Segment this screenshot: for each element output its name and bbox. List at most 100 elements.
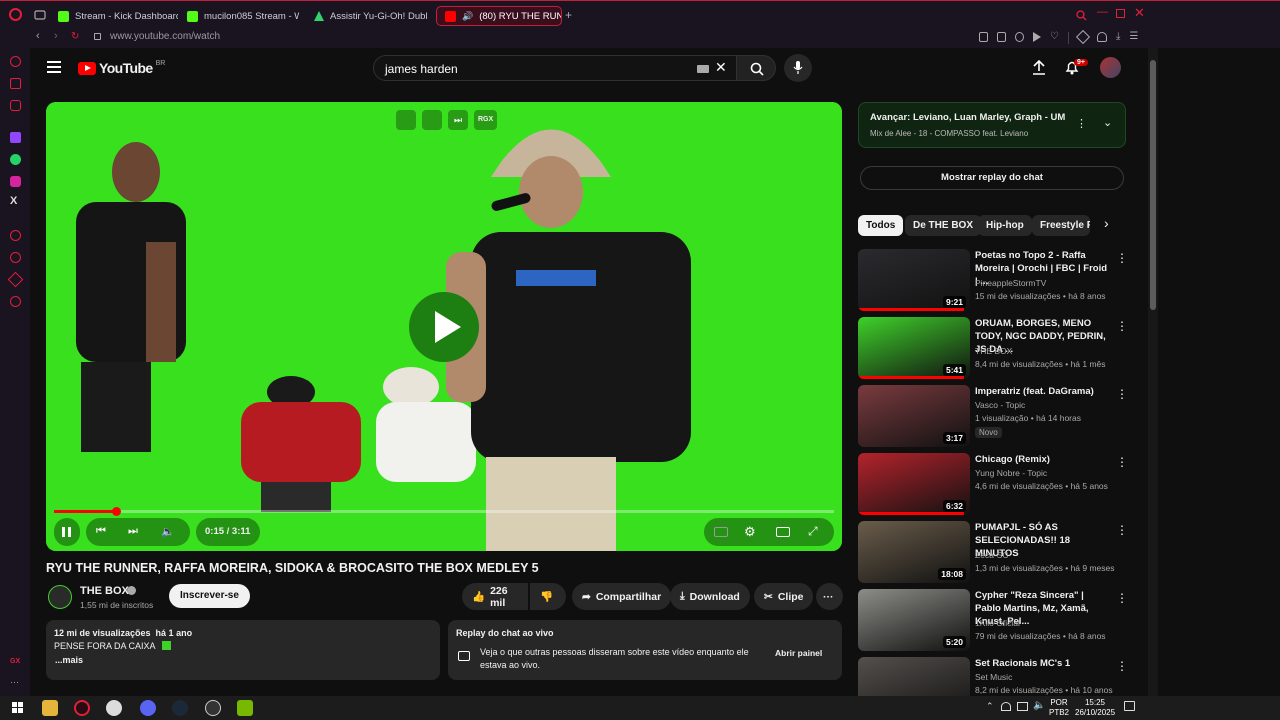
file-explorer-icon[interactable] [42, 700, 58, 716]
app-icon[interactable] [106, 700, 122, 716]
up-next-panel[interactable]: Avançar: Leviano, Luan Marley, Graph - U… [858, 102, 1126, 148]
tab-menu-icon[interactable] [34, 10, 46, 20]
shield-icon[interactable] [1015, 32, 1024, 42]
aria-icon[interactable] [10, 56, 21, 67]
video-thumbnail[interactable]: 5:41 [858, 317, 970, 379]
recommendation-item[interactable]: 3:17 Imperatriz (feat. DaGrama) Vasco - To… [858, 385, 1128, 449]
speaker-tray-icon[interactable]: 🔈 [1033, 700, 1045, 711]
history-icon[interactable] [10, 252, 21, 263]
pin-icon[interactable] [979, 32, 988, 42]
tab-youtube-active[interactable]: 🔊(80) RYU THE RUNNE [436, 6, 562, 26]
video-thumbnail[interactable]: 5:20 [858, 589, 970, 651]
recommendation-channel[interactable]: Yung Nobre - Topic [975, 468, 1047, 478]
forward-icon[interactable]: › [54, 30, 58, 42]
twitch-icon[interactable] [10, 132, 21, 143]
headset-icon[interactable] [1001, 702, 1011, 711]
subscribe-button[interactable]: Inscrever-se [169, 584, 250, 608]
workspaces-icon[interactable] [10, 78, 21, 89]
subtitles-icon[interactable] [714, 527, 728, 537]
chip-all[interactable]: Todos [858, 215, 904, 236]
instagram-icon[interactable] [10, 176, 21, 187]
discord-icon[interactable] [140, 700, 156, 716]
input-language[interactable]: POR PTB2 [1049, 698, 1069, 718]
back-icon[interactable]: ‹ [36, 30, 40, 42]
channel-name[interactable]: THE BOX [80, 585, 129, 597]
recommendation-item[interactable]: Set Racionais MC's 1 Set Music 8,2 mi de v… [858, 657, 1128, 696]
extensions-icon[interactable] [1075, 29, 1091, 45]
clip-button[interactable]: ✂ Clipe [754, 583, 814, 610]
recommendation-channel[interactable]: THE BOX [975, 346, 1012, 356]
opera-logo-icon[interactable] [9, 8, 22, 21]
chip-the-box[interactable]: De THE BOX [905, 215, 982, 236]
video-thumbnail[interactable]: 3:17 [858, 385, 970, 447]
voice-search-button[interactable] [784, 54, 812, 82]
recommendation-channel[interactable]: Zeca-SC [975, 550, 1009, 560]
skip-icon[interactable]: ⏭ [448, 110, 468, 130]
search-input[interactable]: james harden ✕ [373, 55, 745, 81]
opera-gx-taskbar-icon[interactable] [74, 700, 90, 716]
more-options-icon[interactable]: ⋮ [1116, 455, 1128, 469]
tab-kick[interactable]: Stream - Kick Dashboard [58, 6, 178, 26]
hamburger-menu-icon[interactable] [47, 61, 61, 73]
settings-icon[interactable] [10, 296, 21, 307]
recommendation-item[interactable]: 9:21 Poetas no Topo 2 - Raffa Moreira | O… [858, 249, 1128, 313]
maximize-icon[interactable] [1116, 9, 1125, 18]
open-panel-button[interactable]: Abrir painel [775, 648, 822, 658]
nvidia-icon[interactable] [237, 700, 253, 716]
camera-icon[interactable] [997, 32, 1006, 42]
recommendation-item[interactable]: 18:08 PUMAPJL - SÓ AS SELECIONADAS!! 18 M… [858, 521, 1128, 585]
description-box[interactable]: 12 mi de visualizações há 1 ano PENSE FO… [46, 620, 440, 680]
search-tabs-icon[interactable] [1076, 10, 1087, 21]
video-thumbnail[interactable]: 6:32 [858, 453, 970, 515]
youtube-logo[interactable]: YouTube BR [78, 60, 165, 76]
progress-track[interactable] [54, 507, 834, 516]
profile-icon[interactable] [1096, 32, 1107, 42]
download-icon[interactable]: ⤓ [1116, 32, 1120, 44]
description-more[interactable]: ...mais [55, 655, 83, 665]
show-chat-replay-button[interactable]: Mostrar replay do chat [860, 166, 1124, 190]
more-icon[interactable]: ··· [10, 678, 21, 689]
close-icon[interactable]: ✕ [1134, 5, 1145, 21]
settings-gear-icon[interactable]: ⚙ [744, 524, 756, 540]
pinboard-icon[interactable] [7, 271, 24, 288]
url-text[interactable]: www.youtube.com/watch [110, 31, 220, 42]
recommendation-item[interactable]: 5:20 Cypher "Reza Sincera" | Pablo Martin… [858, 589, 1128, 653]
rgx-badge[interactable]: RGX [474, 110, 498, 130]
x-icon[interactable]: X [10, 196, 21, 207]
recommendation-item[interactable]: 6:32 Chicago (Remix) Yung Nobre - Topic 4,6… [858, 453, 1128, 517]
new-tab-icon[interactable]: + [565, 8, 572, 22]
windows-start-icon[interactable] [10, 700, 26, 716]
like-button[interactable]: 👍 226 mil [462, 583, 528, 610]
recommendation-channel[interactable]: 1Kilo Oficial [975, 618, 1020, 628]
video-thumbnail[interactable]: 18:08 [858, 521, 970, 583]
notification-center-icon[interactable] [1124, 701, 1135, 711]
chips-next-icon[interactable]: › [1104, 215, 1109, 231]
fullscreen-icon[interactable]: ⤢ [808, 524, 818, 539]
up-next-more-icon[interactable]: ⋮ [1076, 117, 1087, 130]
chat-icon[interactable] [10, 100, 21, 111]
tab-mucilon[interactable]: mucilon085 Stream - Wat [187, 6, 299, 26]
more-options-icon[interactable]: ⋮ [1116, 319, 1128, 333]
next-icon[interactable]: ⏭ [128, 525, 138, 538]
pause-button[interactable] [54, 518, 80, 546]
steam-icon[interactable] [172, 700, 188, 716]
play-icon[interactable] [1033, 32, 1041, 42]
video-player[interactable]: ⏭ RGX ⏮ ⏭ 🔈 0:15 / 3:11 ⚙ ⤢ [46, 102, 842, 551]
easy-setup-icon[interactable]: ☰ [1129, 32, 1138, 44]
recommendation-title[interactable]: Set Racionais MC's 1 [975, 657, 1111, 670]
more-options-icon[interactable]: ⋮ [1116, 659, 1128, 673]
share-button[interactable]: ➦ Compartilhar [572, 583, 672, 610]
theater-mode-icon[interactable] [776, 527, 790, 537]
more-options-icon[interactable]: ⋮ [1116, 591, 1128, 605]
recommendation-title[interactable]: Imperatriz (feat. DaGrama) [975, 385, 1111, 398]
player-icon[interactable] [10, 230, 21, 241]
recommendation-title[interactable]: Chicago (Remix) [975, 453, 1111, 466]
whatsapp-icon[interactable] [10, 154, 21, 165]
more-options-icon[interactable]: ⋮ [1116, 251, 1128, 265]
keyboard-icon[interactable] [697, 65, 709, 73]
clear-search-icon[interactable]: ✕ [715, 59, 727, 76]
previous-icon[interactable]: ⏮ [96, 525, 106, 538]
channel-avatar[interactable] [48, 585, 72, 609]
gx-icon[interactable]: GX [10, 656, 21, 667]
center-play-button[interactable] [409, 292, 479, 362]
